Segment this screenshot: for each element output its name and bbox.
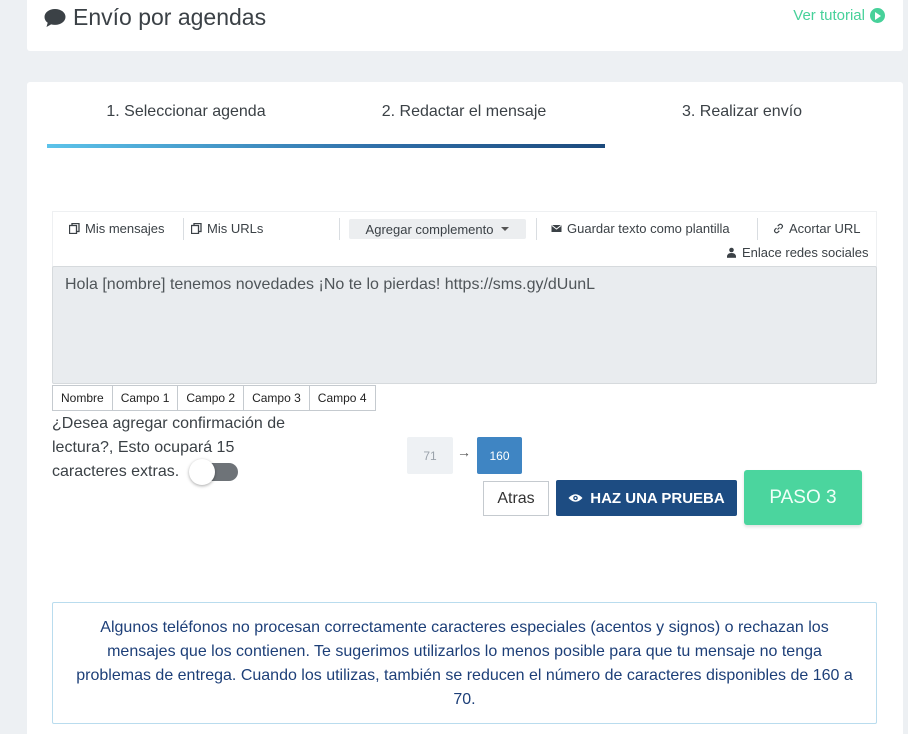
play-circle-icon bbox=[870, 8, 885, 23]
step-write-message[interactable]: 2. Redactar el mensaje bbox=[325, 103, 603, 121]
special-characters-notice: Algunos teléfonos no procesan correctame… bbox=[52, 602, 877, 724]
char-count-limit: 160 bbox=[477, 437, 522, 474]
shorten-url-label: Acortar URL bbox=[789, 221, 861, 236]
page-title-text: Envío por agendas bbox=[73, 4, 267, 30]
step-send[interactable]: 3. Realizar envío bbox=[603, 103, 881, 121]
add-plugin-label: Agregar complemento bbox=[365, 221, 494, 237]
steps-progress-fill bbox=[47, 144, 605, 148]
eye-icon bbox=[568, 494, 583, 502]
toolbar-divider bbox=[339, 218, 340, 240]
social-link-button[interactable]: Enlace redes sociales bbox=[726, 245, 868, 260]
link-icon bbox=[774, 223, 783, 234]
field-buttons: Nombre Campo 1 Campo 2 Campo 3 Campo 4 bbox=[52, 385, 376, 411]
editor-toolbar: Mis mensajes Mis URLs Agregar complement… bbox=[52, 211, 877, 267]
test-button[interactable]: HAZ UNA PRUEBA bbox=[556, 480, 737, 516]
my-urls-button[interactable]: Mis URLs bbox=[191, 221, 263, 236]
my-messages-label: Mis mensajes bbox=[85, 221, 165, 236]
header-card: Envío por agendas Ver tutorial bbox=[27, 0, 903, 51]
copy-icon bbox=[191, 223, 202, 234]
field-button-nombre[interactable]: Nombre bbox=[52, 385, 113, 411]
notice-text: Algunos teléfonos no procesan correctame… bbox=[76, 619, 853, 708]
toggle-knob bbox=[189, 459, 215, 485]
read-confirmation-toggle[interactable] bbox=[189, 459, 238, 485]
main-card: 1. Seleccionar agenda 2. Redactar el men… bbox=[27, 82, 903, 734]
arrow-right-icon: → bbox=[457, 444, 471, 460]
caret-down-icon bbox=[501, 227, 510, 231]
user-icon bbox=[727, 247, 736, 258]
back-button[interactable]: Atras bbox=[483, 481, 549, 516]
envelope-icon bbox=[551, 225, 562, 232]
read-confirmation-text: ¿Desea agregar confirmación de lectura?,… bbox=[52, 415, 286, 480]
social-link-label: Enlace redes sociales bbox=[742, 245, 869, 260]
my-messages-button[interactable]: Mis mensajes bbox=[69, 221, 164, 236]
test-button-label: HAZ UNA PRUEBA bbox=[590, 489, 725, 507]
save-template-label: Guardar texto como plantilla bbox=[567, 221, 730, 236]
field-button-campo-2[interactable]: Campo 2 bbox=[177, 385, 245, 411]
next-step-button[interactable]: PASO 3 bbox=[744, 470, 862, 525]
char-count-current: 71 bbox=[407, 437, 453, 474]
field-button-campo-1[interactable]: Campo 1 bbox=[111, 385, 179, 411]
chat-bubble-icon bbox=[44, 8, 66, 27]
my-urls-label: Mis URLs bbox=[207, 221, 264, 236]
toolbar-divider bbox=[536, 218, 537, 240]
steps-nav: 1. Seleccionar agenda 2. Redactar el men… bbox=[47, 82, 883, 148]
page-title: Envío por agendas bbox=[43, 4, 266, 31]
toolbar-divider bbox=[183, 218, 184, 240]
field-button-campo-4[interactable]: Campo 4 bbox=[308, 385, 376, 411]
tutorial-link[interactable]: Ver tutorial bbox=[793, 7, 885, 24]
steps-progress bbox=[47, 144, 883, 148]
step-select-agenda[interactable]: 1. Seleccionar agenda bbox=[47, 103, 325, 121]
field-button-campo-3[interactable]: Campo 3 bbox=[243, 385, 310, 411]
shorten-url-button[interactable]: Acortar URL bbox=[773, 221, 861, 236]
toolbar-divider bbox=[757, 218, 758, 240]
message-textarea[interactable] bbox=[52, 266, 877, 384]
add-plugin-dropdown[interactable]: Agregar complemento bbox=[349, 219, 526, 239]
tutorial-label: Ver tutorial bbox=[793, 7, 865, 24]
copy-icon bbox=[69, 223, 80, 234]
save-template-button[interactable]: Guardar texto como plantilla bbox=[551, 221, 730, 236]
